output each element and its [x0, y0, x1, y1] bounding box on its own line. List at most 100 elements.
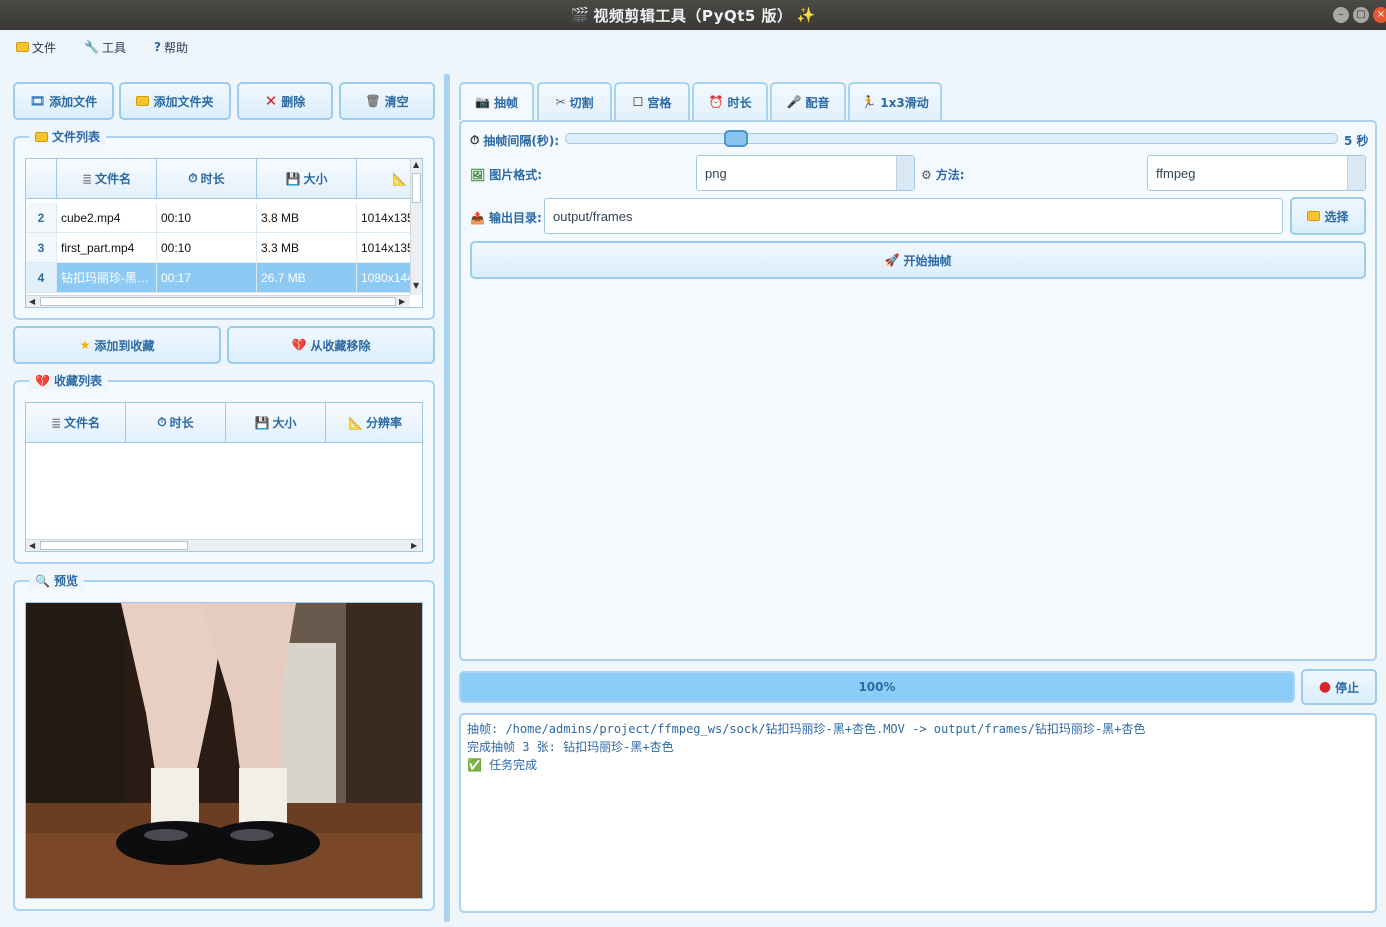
camera-icon: 📷 [475, 95, 490, 109]
scroll-thumb[interactable] [40, 297, 396, 306]
tab-cut-label: 切割 [569, 95, 594, 110]
output-label-text: 输出目录: [488, 211, 542, 225]
close-button[interactable]: × [1373, 7, 1386, 23]
method-label: ⚙ 方法: [921, 166, 965, 183]
interval-slider[interactable] [565, 133, 1338, 144]
remove-favorite-button[interactable]: 💔 从收藏移除 [227, 326, 435, 364]
tab-slide[interactable]: 🏃 1x3滑动 [848, 82, 942, 120]
column-filename[interactable]: ≣ 文件名 [57, 159, 157, 198]
image-icon: 🖼 [470, 167, 486, 182]
file-table: ≣文件名 ⏱时长 💾大小 📐分 2 cube2.mp4 00:10 3.8 MB… [25, 158, 423, 308]
film-icon: 🎞 [29, 94, 46, 108]
start-extract-button[interactable]: 🚀 开始抽帧 [470, 241, 1366, 279]
cell-duration: 00:17 [157, 263, 257, 292]
fav-column-size-label: 大小 [272, 416, 297, 430]
row-number: 3 [26, 233, 57, 262]
file-table-hscroll[interactable]: ◀ ▶ [26, 295, 410, 307]
ruler-icon: 📐 [392, 171, 407, 186]
log-line: 完成抽帧 3 张: 钻扣玛丽珍-黑+杏色 [467, 740, 674, 754]
file-table-header: ≣文件名 ⏱时长 💾大小 📐分 [26, 159, 422, 199]
timer-icon: ⏱ [470, 133, 480, 147]
menu-tools[interactable]: 🔧 工具 [84, 39, 126, 56]
fav-column-size[interactable]: 💾 大小 [226, 403, 326, 442]
remove-favorite-label: 从收藏移除 [310, 338, 371, 353]
file-list-title: 文件列表 [29, 128, 107, 145]
folder-icon [136, 96, 150, 106]
cell-filename: 钻扣玛丽珍-黑… [57, 263, 157, 292]
log-output[interactable]: 抽帧: /home/admins/project/ffmpeg_ws/sock/… [459, 713, 1377, 913]
dropdown-arrow[interactable] [1347, 156, 1365, 190]
file-table-vscroll[interactable]: ▲ ▼ [410, 159, 422, 295]
dropdown-arrow[interactable] [896, 156, 914, 190]
column-duration[interactable]: ⏱ 时长 [157, 159, 257, 198]
tab-grid[interactable]: ☐ 宫格 [614, 82, 690, 120]
method-select[interactable]: ffmpeg [1147, 155, 1366, 191]
scroll-left-arrow[interactable]: ◀ [29, 541, 35, 550]
table-row-selected[interactable]: 4 钻扣玛丽珍-黑… 00:17 26.7 MB 1080x144 [26, 263, 412, 293]
start-extract-label: 开始抽帧 [903, 253, 952, 268]
tab-cut[interactable]: ✂ 切割 [537, 82, 612, 120]
add-folder-button[interactable]: 添加文件夹 [119, 82, 231, 120]
log-line: 抽帧: /home/admins/project/ffmpeg_ws/sock/… [467, 722, 1146, 736]
menu-file-label: 文件 [32, 40, 57, 55]
scroll-left-arrow[interactable]: ◀ [29, 297, 35, 306]
fav-column-duration[interactable]: ⏱ 时长 [126, 403, 226, 442]
favorites-table: ≣ 文件名 ⏱ 时长 💾 大小 📐 分辨率 ◀ ▶ [25, 402, 423, 552]
cell-resolution: 1014x135 [357, 233, 412, 262]
stop-button[interactable]: ● 停止 [1301, 669, 1377, 705]
fav-column-resolution[interactable]: 📐 分辨率 [326, 403, 422, 442]
disk-icon: 💾 [254, 415, 270, 430]
interval-slider-handle[interactable] [724, 130, 748, 147]
table-row[interactable]: 3 first_part.mp4 00:10 3.3 MB 1014x135 [26, 233, 412, 263]
preview-frame-image [26, 603, 422, 898]
maximize-button[interactable]: □ [1353, 7, 1369, 23]
format-select[interactable]: png [696, 155, 915, 191]
favorites-hscroll[interactable]: ◀ ▶ [26, 539, 422, 551]
delete-label: 删除 [281, 94, 306, 109]
interval-label: ⏱ 抽帧间隔(秒): [470, 132, 559, 149]
interval-label-text: 抽帧间隔(秒): [483, 134, 560, 148]
column-size[interactable]: 💾 大小 [257, 159, 357, 198]
scroll-right-arrow[interactable]: ▶ [399, 297, 405, 306]
menu-file[interactable]: 文件 [16, 39, 56, 56]
format-label-text: 图片格式: [489, 168, 543, 182]
choose-dir-button[interactable]: 选择 [1290, 197, 1366, 235]
folder-icon [16, 42, 29, 52]
output-dir-input[interactable]: output/frames [544, 198, 1283, 234]
scroll-right-arrow[interactable]: ▶ [411, 541, 417, 550]
sparkles-icon: ✨ [796, 6, 816, 24]
column-filename-label: 文件名 [95, 172, 132, 186]
add-favorite-button[interactable]: ★ 添加到收藏 [13, 326, 221, 364]
tab-extract[interactable]: 📷 抽帧 [459, 82, 534, 120]
interval-value: 5 秒 [1344, 134, 1369, 148]
column-size-label: 大小 [303, 172, 328, 186]
minimize-button[interactable]: – [1333, 7, 1349, 23]
video-preview [25, 602, 423, 899]
cell-duration: 00:10 [157, 233, 257, 262]
log-line: ✅ 任务完成 [467, 758, 538, 772]
scroll-down-arrow[interactable]: ▼ [413, 281, 419, 290]
scroll-up-arrow[interactable]: ▲ [413, 160, 419, 169]
tab-dubbing[interactable]: 🎤 配音 [770, 82, 846, 120]
delete-button[interactable]: ✕ 删除 [237, 82, 333, 120]
heart-icon: 💔 [35, 373, 50, 388]
scissors-icon: ✂ [555, 95, 566, 109]
row-number: 4 [26, 263, 57, 292]
folder-icon [1307, 211, 1321, 221]
add-file-label: 添加文件 [49, 94, 98, 109]
menu-help[interactable]: ? 帮助 [154, 39, 188, 56]
cell-size: 26.7 MB [257, 263, 357, 292]
fav-column-filename[interactable]: ≣ 文件名 [26, 403, 126, 442]
row-header-corner [26, 159, 57, 198]
stop-icon: ● [1318, 679, 1332, 695]
table-row[interactable]: 2 cube2.mp4 00:10 3.8 MB 1014x135 [26, 203, 412, 233]
panel-splitter[interactable] [444, 74, 450, 922]
add-folder-label: 添加文件夹 [153, 94, 214, 109]
file-icon: ≣ [50, 415, 62, 430]
scroll-thumb[interactable] [412, 173, 421, 203]
add-file-button[interactable]: 🎞 添加文件 [13, 82, 114, 120]
clear-button[interactable]: 🗑 清空 [339, 82, 435, 120]
menu-tools-label: 工具 [101, 40, 126, 55]
tab-duration[interactable]: ⏰ 时长 [692, 82, 768, 120]
scroll-thumb[interactable] [40, 541, 188, 550]
